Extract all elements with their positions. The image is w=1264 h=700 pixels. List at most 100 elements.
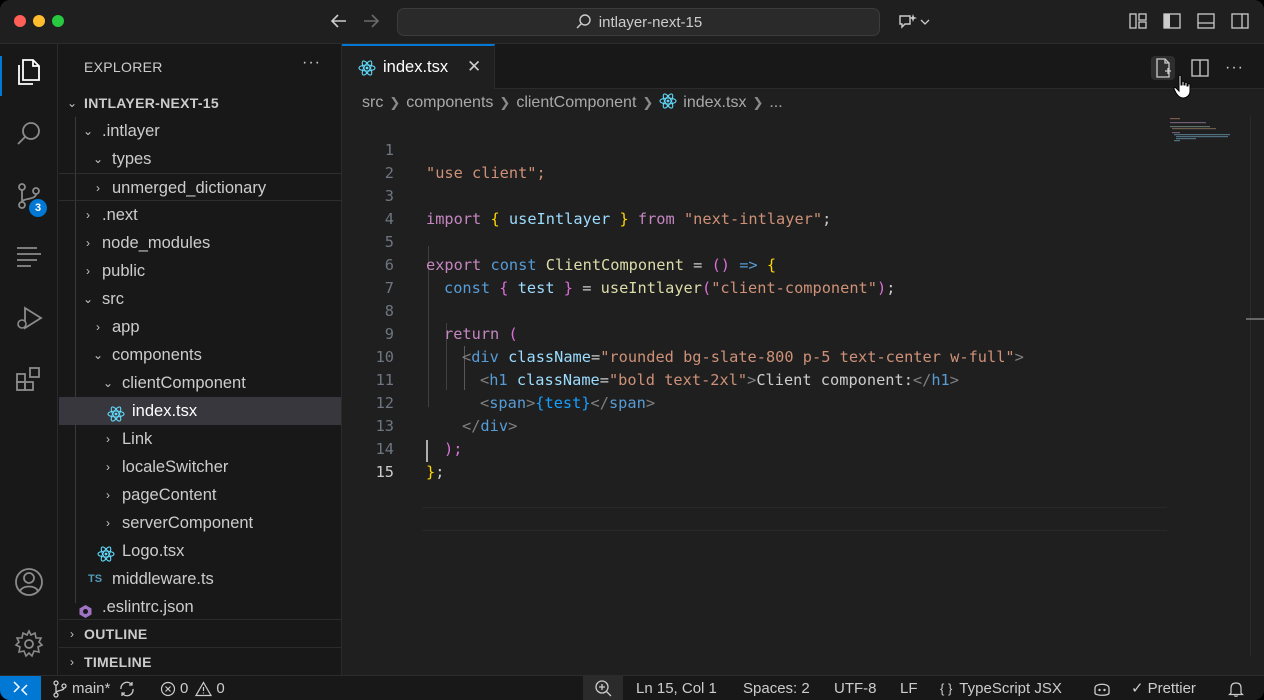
copilot-sparkle-icon [899,14,917,29]
close-window-button[interactable] [14,15,26,27]
typescript-file-icon: TS [88,573,103,585]
breadcrumb-src[interactable]: src [362,94,383,112]
more-actions-icon[interactable]: ··· [1225,59,1244,77]
copilot-icon [1094,683,1110,696]
explorer-files-icon[interactable] [13,56,45,88]
cursor-position-status[interactable]: Ln 15, Col 1 [636,678,717,699]
current-line-highlight [422,507,1167,531]
tree-item-types[interactable]: ⌄ types [59,145,341,173]
chevron-right-icon: › [96,320,100,334]
error-count: 0 [180,680,189,697]
code-line-1: 1 "use client"; [384,141,546,182]
project-folder-header[interactable]: ⌄ INTLAYER-NEXT-15 [59,89,341,117]
activity-bar: 3 [0,44,58,675]
chevron-right-icon: › [96,181,100,195]
copilot-menu-button[interactable] [896,11,930,33]
code-editor[interactable]: 1 "use client"; 2 3 import { useIntlayer… [342,116,1167,656]
tab-index-tsx[interactable]: index.tsx ✕ [342,44,495,89]
chevron-right-icon: › [86,264,90,278]
toggle-panel-icon[interactable] [1196,11,1216,31]
active-indicator [0,56,2,96]
tree-item-public[interactable]: › public [59,257,341,285]
code-line-10: 10 <h1 className="bold text-2xl">Client … [375,348,959,389]
tree-item-localeswitcher[interactable]: › localeSwitcher [59,453,341,481]
settings-gear-icon[interactable] [13,628,45,660]
timeline-section-header[interactable]: › TIMELINE [59,647,341,675]
bell-icon [1228,681,1244,697]
chevron-right-icon: › [106,488,110,502]
accounts-icon[interactable] [13,566,45,598]
tree-item-servercomponent[interactable]: › serverComponent [59,509,341,537]
breadcrumb: src ❯ components ❯ clientComponent ❯ ind… [362,92,783,114]
notifications-status[interactable] [1228,678,1244,699]
minimize-window-button[interactable] [33,15,45,27]
toggle-primary-sidebar-icon[interactable] [1162,11,1182,31]
code-line-2: 2 [384,164,394,182]
minimap[interactable] [1166,116,1246,156]
tree-item-components[interactable]: ⌄ components [59,341,341,369]
tree-item-index-tsx[interactable]: index.tsx [59,397,341,425]
tree-item-intlayer[interactable]: ⌄ .intlayer [59,117,341,145]
tree-item-src[interactable]: ⌄ src [59,285,341,313]
go-forward-icon[interactable] [360,10,382,32]
text-cursor [426,440,428,462]
outline-section-header[interactable]: › OUTLINE [59,619,341,647]
breadcrumb-components[interactable]: components [406,94,493,112]
prettier-status[interactable]: ✓ Prettier [1131,678,1196,699]
command-center-label: intlayer-next-15 [598,13,703,31]
title-bar: intlayer-next-15 [0,0,1264,44]
zoom-button[interactable] [583,676,623,700]
warning-count: 0 [216,680,225,697]
tree-item-eslintrc[interactable]: .eslintrc.json [59,593,341,621]
tree-item-app[interactable]: › app [59,313,341,341]
language-mode-status[interactable]: { } TypeScript JSX [940,678,1062,699]
search-icon [576,14,591,29]
warning-icon [195,680,213,696]
remote-indicator-button[interactable] [0,676,41,700]
vscode-window: intlayer-next-15 3 EXPLORER ··· ⌄ INTLAY… [0,0,1264,700]
code-line-7: 7 [384,279,394,297]
tree-item-node-modules[interactable]: › node_modules [59,229,341,257]
chevron-right-icon: › [70,655,74,669]
problems-status[interactable]: 0 0 [160,678,225,699]
chevron-right-icon: › [106,516,110,530]
git-branch-status[interactable]: main* [52,678,136,699]
tree-item-pagecontent[interactable]: › pageContent [59,481,341,509]
tree-item-clientcomponent[interactable]: ⌄ clientComponent [59,369,341,397]
zoom-window-button[interactable] [52,15,64,27]
go-back-icon[interactable] [328,10,350,32]
git-branch-icon [53,679,67,698]
sync-icon[interactable] [118,680,136,698]
chevron-right-icon: ❯ [752,95,764,110]
eol-status[interactable]: LF [900,678,918,699]
run-debug-icon[interactable] [13,302,45,334]
copilot-status[interactable] [1092,678,1112,699]
explorer-sidebar: EXPLORER ··· ⌄ INTLAYER-NEXT-15 ⌄ .intla… [59,44,342,675]
braces-icon: { } [940,681,953,696]
chevron-right-icon: › [106,460,110,474]
tree-item-middleware-ts[interactable]: TS middleware.ts [59,565,341,593]
command-center-search[interactable]: intlayer-next-15 [397,8,880,36]
extensions-icon[interactable] [13,364,45,396]
tree-item-next[interactable]: › .next [59,201,341,229]
breadcrumb-index-tsx[interactable]: index.tsx [683,94,746,112]
timeline-lines-icon[interactable] [13,240,45,272]
customize-layout-icon[interactable] [1128,11,1148,31]
tree-item-logo-tsx[interactable]: Logo.tsx [59,537,341,565]
toggle-secondary-sidebar-icon[interactable] [1230,11,1250,31]
breadcrumb-clientcomponent[interactable]: clientComponent [516,94,636,112]
code-line-12: 12 </div> [375,394,518,435]
react-file-icon [659,92,677,114]
close-tab-icon[interactable]: ✕ [467,57,481,77]
indentation-status[interactable]: Spaces: 2 [743,678,810,699]
explorer-more-actions-button[interactable]: ··· [302,54,321,72]
scm-changes-badge: 3 [29,199,47,217]
vertical-scrollbar[interactable] [1246,116,1264,656]
encoding-status[interactable]: UTF-8 [834,678,877,699]
tree-item-unmerged-dictionary[interactable]: › unmerged_dictionary [59,173,341,201]
tree-item-link[interactable]: › Link [59,425,341,453]
code-line-9: 9 <div className="rounded bg-slate-800 p… [384,325,1024,366]
breadcrumb-symbol[interactable]: ... [769,94,782,112]
check-double-icon: ✓ [1131,680,1144,697]
search-icon[interactable] [13,118,45,150]
